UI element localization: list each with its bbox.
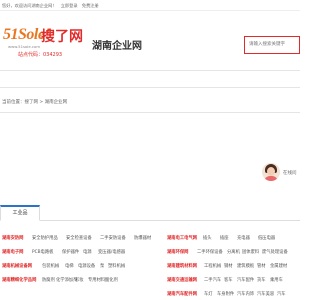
category-item[interactable]: 电源 — [83, 246, 92, 260]
customer-service-avatar[interactable] — [262, 163, 280, 181]
category-row: 湖南机械设备网 包装机械 电梯 电源设备 泵 塑料机械 湖南建筑材料网 工程机械… — [0, 260, 300, 274]
category-item[interactable]: 充电器 — [237, 232, 250, 246]
category-item[interactable]: 汽车配件 — [237, 274, 254, 288]
breadcrumb: 当前位置：搜了网 > 湖南企业网 — [2, 100, 68, 105]
category-title[interactable]: 湖南机械设备网 — [2, 260, 32, 274]
category-item[interactable]: 管材 — [257, 260, 266, 274]
category-item[interactable]: 防腐剂 — [42, 274, 55, 288]
logo-url: www.51sole.com — [8, 44, 41, 49]
category-title[interactable]: 湖南交通运输网 — [167, 274, 197, 288]
category-item[interactable]: 汽车 — [277, 288, 286, 300]
category-title[interactable]: 湖南电子网 — [2, 246, 23, 260]
category-item[interactable]: 防爆器材 — [134, 232, 151, 246]
category-item[interactable]: 车灯 — [204, 288, 213, 300]
category-item[interactable]: 汽车内饰 — [237, 288, 254, 300]
category-item[interactable]: 客车 — [224, 274, 233, 288]
category-item[interactable]: 酸化剂 — [105, 274, 118, 288]
category-item[interactable]: 建筑模板 — [237, 260, 254, 274]
category-item[interactable]: 二手安防设备 — [100, 232, 126, 246]
category-item[interactable]: PCB电路板 — [32, 246, 53, 260]
category-item[interactable]: 工程机械 — [204, 260, 221, 274]
category-title[interactable]: 湖南环保网 — [167, 246, 188, 260]
category-item[interactable]: 保护器件 — [62, 246, 79, 260]
category-item[interactable]: 泵 — [100, 260, 104, 274]
category-item[interactable]: 插头 — [203, 232, 212, 246]
category-item[interactable]: 分离机 — [227, 246, 240, 260]
register-link[interactable]: 免费注册 — [82, 3, 99, 8]
category-item[interactable]: 汽车美容 — [257, 288, 274, 300]
category-item[interactable]: 乘用车 — [270, 274, 283, 288]
category-item[interactable]: 车身附件 — [217, 288, 234, 300]
site-code: 站点代码：034293 — [18, 52, 63, 58]
tab-industrial[interactable]: 工业品 — [0, 205, 40, 221]
divider — [0, 70, 300, 71]
logo-soso: 搜了网 — [41, 29, 83, 45]
category-item[interactable]: 插座 — [220, 232, 229, 246]
search-input[interactable]: 请输入搜索关键字 — [244, 36, 300, 54]
category-item[interactable]: 彩妆 — [75, 274, 84, 288]
category-item[interactable]: 变压器/电感器 — [98, 246, 125, 260]
category-item[interactable]: 二手汽车 — [204, 274, 221, 288]
category-item[interactable]: 货车 — [257, 274, 266, 288]
category-title[interactable]: 湖南安防网 — [2, 232, 23, 246]
category-item[interactable]: 电源设备 — [78, 260, 95, 274]
category-row: 湖南汽车配件网 车灯 车身附件 汽车内饰 汽车美容 汽车 — [0, 288, 300, 300]
category-item[interactable]: 包装机械 — [42, 260, 59, 274]
category-item[interactable]: 钢材 — [224, 260, 233, 274]
category-title[interactable]: 湖南电工电气网 — [167, 232, 197, 246]
welcome-text: 您好，欢迎访问湖南企业网！ — [2, 3, 57, 8]
category-item[interactable]: 电梯 — [65, 260, 74, 274]
category-tab-bar: 工业品 — [0, 205, 300, 221]
divider — [0, 87, 300, 88]
category-item[interactable]: 金属建材 — [270, 260, 287, 274]
category-item[interactable]: 安全检查设备 — [66, 232, 92, 246]
site-title: 湖南企业网 — [92, 41, 142, 52]
category-title[interactable]: 湖南建筑材料网 — [167, 260, 197, 274]
category-row: 湖南精细化学品网 防腐剂 化学添加剂 彩妆 专用材料 酸化剂 湖南交通运输网 二… — [0, 274, 300, 288]
category-item[interactable]: 固体废料 — [242, 246, 259, 260]
online-chat-label[interactable]: 在线问 — [283, 170, 297, 176]
category-title[interactable]: 湖南精细化学品网 — [2, 274, 36, 288]
category-item[interactable]: 塑料机械 — [108, 260, 125, 274]
category-row: 湖南安防网 安全防护用品 安全检查设备 二手安防设备 防爆器材 湖南电工电气网 … — [0, 232, 300, 246]
category-item[interactable]: 废气处理设备 — [262, 246, 288, 260]
site-logo[interactable]: 51Sole! 搜了网 www.51sole.com 站点代码：034293 — [3, 26, 85, 62]
divider — [0, 112, 300, 113]
login-link[interactable]: 立即登录 — [61, 3, 78, 8]
category-title[interactable]: 湖南汽车配件网 — [167, 288, 197, 300]
category-item[interactable]: 安全防护用品 — [32, 232, 58, 246]
category-row: 湖南电子网 PCB电路板 保护器件 电源 变压器/电感器 湖南环保网 二手环保设… — [0, 246, 300, 260]
category-item[interactable]: 专用材料 — [88, 274, 105, 288]
top-bar: 您好，欢迎访问湖南企业网！ 立即登录 免费注册 — [0, 0, 300, 11]
category-item[interactable]: 低压电器 — [258, 232, 275, 246]
category-item[interactable]: 二手环保设备 — [197, 246, 223, 260]
